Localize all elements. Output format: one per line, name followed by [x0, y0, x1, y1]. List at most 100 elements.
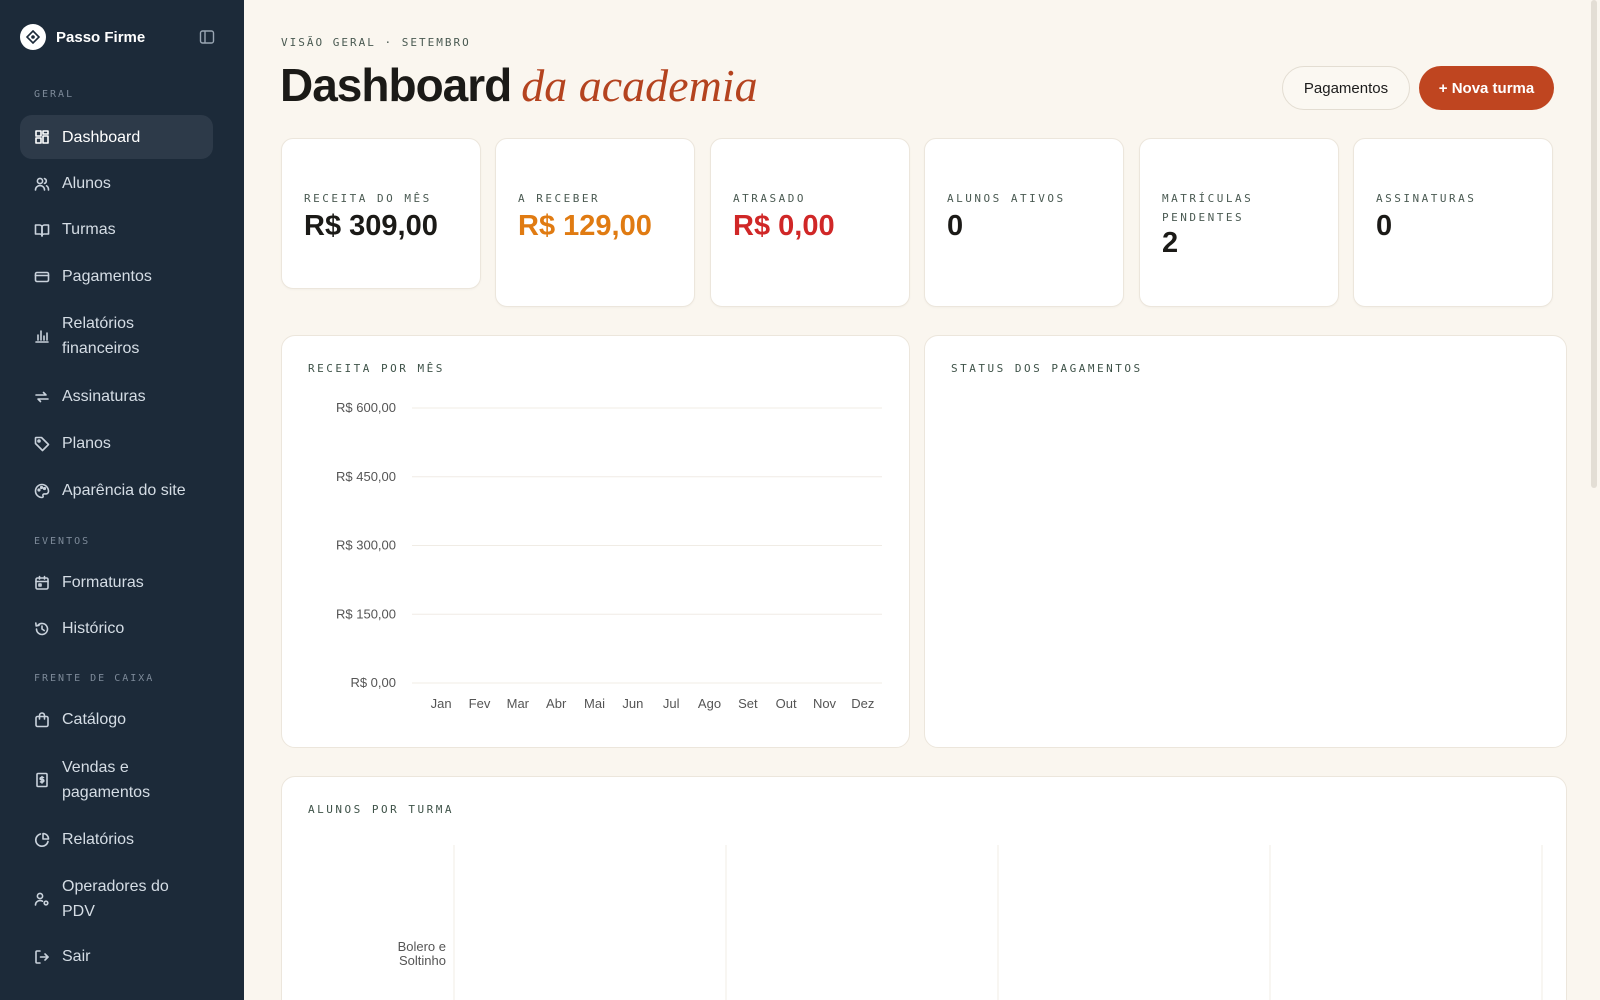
kpi-value: R$ 129,00 — [518, 210, 652, 242]
label-line-2: financeiros — [62, 340, 140, 357]
label-line-2: PDV — [62, 903, 95, 920]
x-tick-label: Jun — [622, 696, 643, 711]
page-title: Dashboard da academia — [280, 58, 758, 112]
pie-chart-icon — [34, 832, 50, 848]
sidebar-toggle-icon[interactable] — [198, 28, 216, 46]
alunos-por-turma-panel: ALUNOS POR TURMA Bolero e Soltinho — [281, 776, 1567, 1000]
panel-title: STATUS DOS PAGAMENTOS — [951, 362, 1143, 375]
sidebar-item-relatorios-financeiros[interactable]: Relatórios financeiros — [20, 311, 213, 361]
palette-icon — [34, 483, 50, 499]
x-tick-label: Jul — [663, 696, 680, 711]
kpi-card-matriculas-pendentes: MATRÍCULAS PENDENTES 2 — [1139, 138, 1339, 307]
kpi-label: ATRASADO — [733, 192, 806, 205]
x-tick-label: Jan — [431, 696, 452, 711]
sidebar-item-dashboard[interactable]: Dashboard — [20, 115, 213, 159]
sidebar-item-label: Vendas e pagamentos — [62, 755, 150, 805]
nav-section-frente-de-caixa: FRENTE DE CAIXA — [34, 673, 155, 684]
sidebar-item-aparencia[interactable]: Aparência do site — [20, 478, 213, 503]
sidebar-item-label: Assinaturas — [62, 388, 146, 405]
x-tick-label: Ago — [698, 696, 721, 711]
sidebar-item-assinaturas[interactable]: Assinaturas — [20, 384, 213, 409]
revenue-bar-chart: R$ 0,00 R$ 150,00 R$ 300,00 R$ 450,00 R$ 600… — [336, 400, 882, 711]
y-tick-label: R$ 600,00 — [336, 400, 396, 415]
sidebar-item-label: Sair — [62, 948, 91, 965]
sidebar-item-catalogo[interactable]: Catálogo — [20, 707, 213, 732]
nav-section-geral: GERAL — [34, 89, 75, 100]
kpi-card-atrasado: ATRASADO R$ 0,00 — [710, 138, 910, 307]
kpi-label: MATRÍCULAS PENDENTES — [1162, 192, 1254, 224]
sidebar-item-pagamentos[interactable]: Pagamentos — [20, 264, 213, 289]
brand-logo-icon — [20, 24, 46, 50]
sidebar-item-label: Formaturas — [62, 574, 144, 591]
page-title-accent: da academia — [521, 60, 758, 111]
sidebar-item-formaturas[interactable]: Formaturas — [20, 570, 213, 595]
kpi-card-assinaturas: ASSINATURAS 0 — [1353, 138, 1553, 307]
x-tick-label: Mar — [507, 696, 530, 711]
bar-chart-icon — [34, 328, 50, 344]
sidebar-item-label: Relatórios financeiros — [62, 311, 139, 361]
sidebar-item-historico[interactable]: Histórico — [20, 616, 213, 641]
sidebar-item-label: Alunos — [62, 175, 111, 192]
brand[interactable]: Passo Firme — [20, 24, 145, 50]
history-icon — [34, 621, 50, 637]
sidebar-item-turmas[interactable]: Turmas — [20, 217, 213, 242]
x-tick-label: Set — [738, 696, 758, 711]
calendar-icon — [34, 575, 50, 591]
label-line-1: Relatórios — [62, 315, 135, 332]
kpi-card-receita-do-mes: RECEITA DO MÊS R$ 309,00 — [281, 138, 481, 289]
sidebar-item-label: Relatórios — [62, 831, 135, 848]
x-tick-label: Out — [776, 696, 797, 711]
users-icon — [34, 176, 50, 192]
credit-card-icon — [34, 269, 50, 285]
kpi-label: ASSINATURAS — [1376, 192, 1477, 205]
user-cog-icon — [34, 891, 50, 907]
nav-section-eventos: EVENTOS — [34, 536, 91, 547]
kpi-value: 2 — [1162, 227, 1179, 259]
sidebar-item-relatorios[interactable]: Relatórios — [20, 827, 213, 852]
sidebar-item-vendas-e-pagamentos[interactable]: Vendas e pagamentos — [20, 755, 213, 805]
page-eyebrow: VISÃO GERAL · SETEMBRO — [281, 36, 471, 49]
x-tick-label: Nov — [813, 696, 837, 711]
sidebar-item-label: Planos — [62, 435, 111, 452]
label-line-1: Vendas e — [62, 759, 129, 776]
x-tick-label: Dez — [851, 696, 874, 711]
status-pagamentos-panel: STATUS DOS PAGAMENTOS — [924, 335, 1567, 748]
x-tick-label: Mai — [584, 696, 605, 711]
sidebar-item-label: Histórico — [62, 620, 125, 637]
sidebar-item-label: Operadores do PDV — [62, 874, 169, 924]
page-title-main: Dashboard — [280, 59, 512, 111]
sidebar-item-alunos[interactable]: Alunos — [20, 171, 213, 196]
brand-name: Passo Firme — [56, 28, 146, 46]
nova-turma-button[interactable]: + Nova turma — [1419, 66, 1554, 110]
main-content: VISÃO GERAL · SETEMBRO Dashboard da acad… — [244, 0, 1600, 1000]
kpi-label: ALUNOS ATIVOS — [947, 192, 1066, 205]
tag-icon — [34, 436, 50, 452]
y-category-label: Bolero e Soltinho — [398, 939, 446, 968]
book-icon — [34, 222, 50, 238]
sidebar-item-planos[interactable]: Planos — [20, 431, 213, 456]
repeat-icon — [34, 389, 50, 405]
sidebar-item-operadores-do-pdv[interactable]: Operadores do PDV — [20, 874, 213, 924]
y-tick-label: R$ 0,00 — [350, 675, 396, 690]
grid-icon — [34, 129, 50, 145]
sidebar-item-label: Pagamentos — [62, 268, 152, 285]
kpi-label: RECEITA DO MÊS — [304, 192, 432, 205]
kpi-value: R$ 309,00 — [304, 210, 438, 242]
x-tick-label: Abr — [546, 696, 567, 711]
y-tick-label: R$ 300,00 — [336, 538, 396, 553]
y-tick-label: R$ 450,00 — [336, 469, 396, 484]
kpi-value: R$ 0,00 — [733, 210, 835, 242]
kpi-value: 0 — [947, 210, 964, 242]
sidebar-item-label: Aparência do site — [62, 482, 186, 499]
page-scrollbar[interactable] — [1591, 0, 1597, 488]
shopping-bag-icon — [34, 711, 50, 728]
pagamentos-button[interactable]: Pagamentos — [1282, 66, 1410, 110]
sidebar: Passo Firme GERAL Dashboard Alunos Turma… — [0, 0, 244, 1000]
x-tick-label: Fev — [469, 696, 491, 711]
receita-por-mes-panel: RECEITA POR MÊS R$ 0,00 R$ 150,00 R$ 300,0… — [281, 335, 910, 748]
sidebar-item-sair[interactable]: Sair — [20, 944, 213, 969]
label-line-1: Operadores do — [62, 878, 169, 895]
receipt-icon — [34, 772, 50, 788]
sidebar-item-label: Catálogo — [62, 711, 127, 728]
sidebar-item-label: Dashboard — [62, 128, 141, 146]
